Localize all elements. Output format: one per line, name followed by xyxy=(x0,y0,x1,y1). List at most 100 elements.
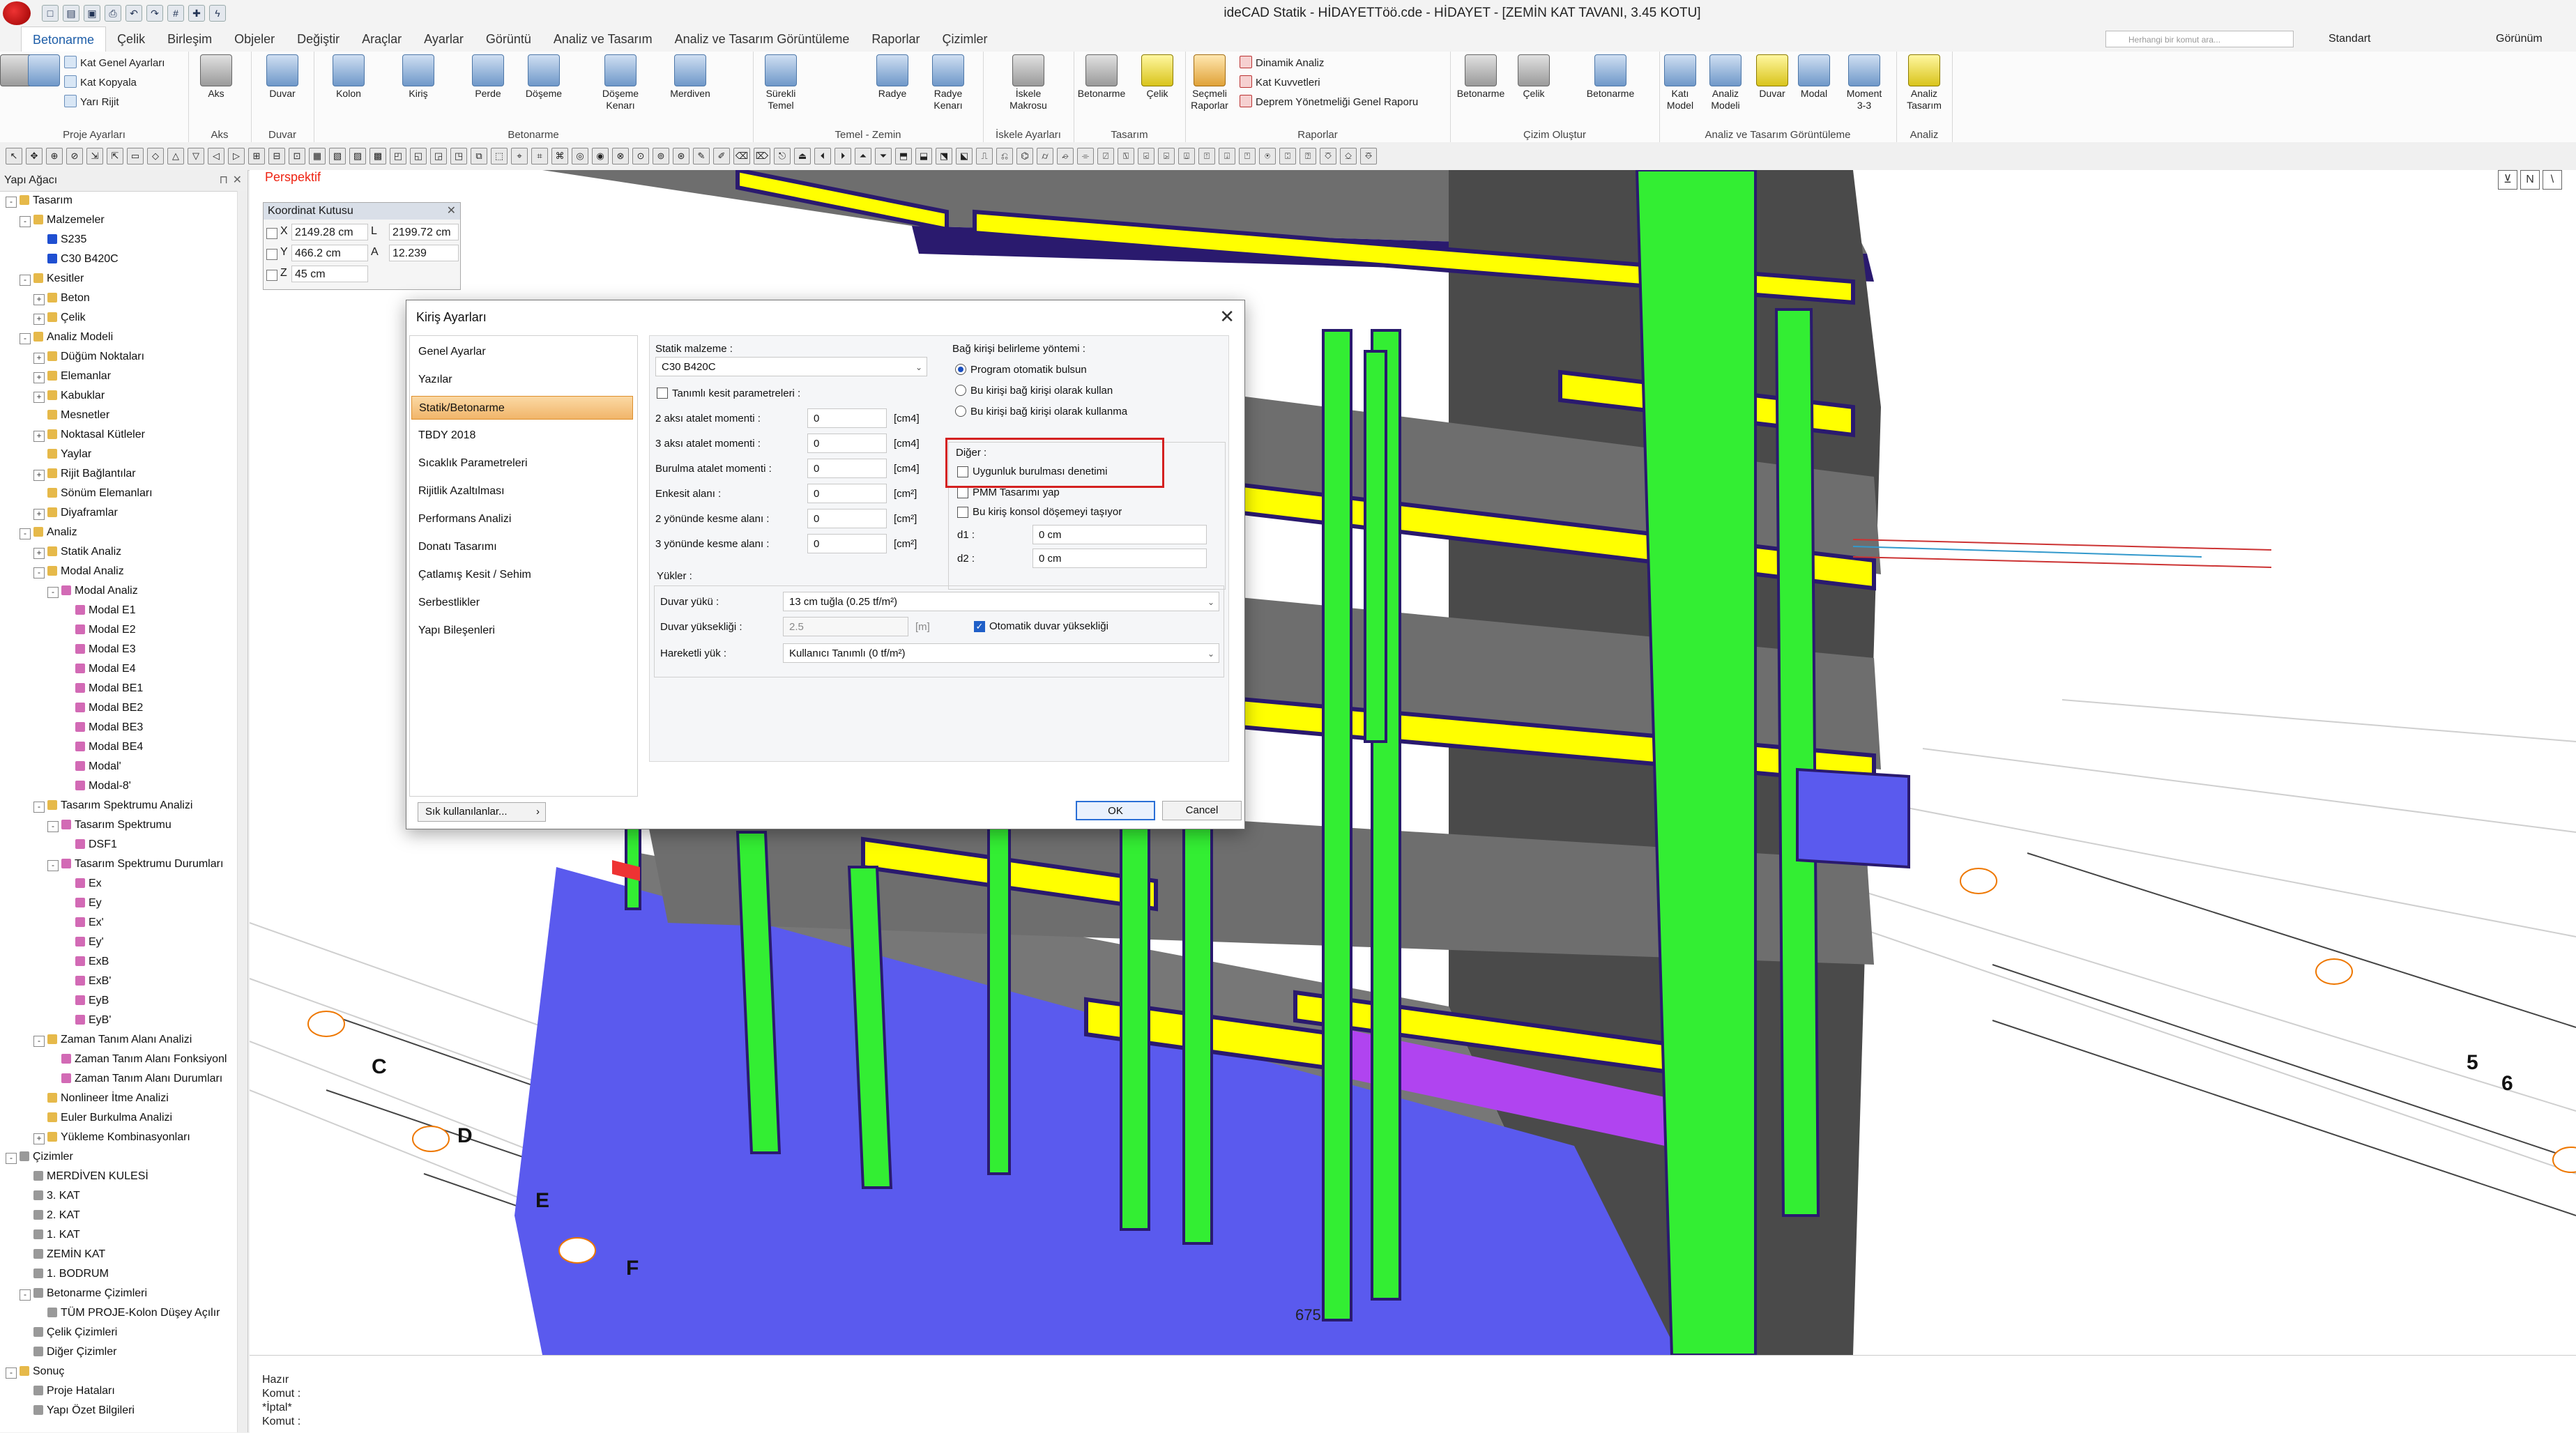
tree-node[interactable]: + Beton xyxy=(33,289,90,308)
tree-node[interactable]: Çelik Çizimleri xyxy=(20,1323,117,1342)
tree-node[interactable]: Modal BE1 xyxy=(61,679,143,698)
toolbar-tool-icon[interactable]: ↖ xyxy=(6,148,22,164)
nav-item-1[interactable]: Yazılar xyxy=(411,368,633,392)
solid-model-button[interactable]: Katı Model xyxy=(1659,54,1701,112)
tree-node[interactable]: + Düğüm Noktaları xyxy=(33,347,144,367)
toolbar-tool-icon[interactable]: ⍰ xyxy=(1300,148,1316,164)
semi-rigid-button[interactable]: Yarı Rijit xyxy=(64,93,119,112)
y-field[interactable]: 466.2 cm xyxy=(291,245,368,261)
nav-item-0[interactable]: Genel Ayarlar xyxy=(411,340,633,364)
toolbar-tool-icon[interactable]: ◉ xyxy=(592,148,609,164)
toolbar-tool-icon[interactable]: ◲ xyxy=(430,148,447,164)
analysis-list-button[interactable] xyxy=(0,54,32,88)
tree-node[interactable]: + Yükleme Kombinasyonları xyxy=(33,1128,190,1147)
toolbar-tool-icon[interactable]: ⏏ xyxy=(794,148,811,164)
tab-0[interactable]: Betonarme xyxy=(21,26,107,52)
x-field[interactable]: 2149.28 cm xyxy=(291,224,368,240)
tree-node[interactable]: + Çelik xyxy=(33,308,86,328)
expand-icon[interactable]: + xyxy=(33,431,45,442)
collapse-icon[interactable]: - xyxy=(6,1367,17,1379)
collapse-icon[interactable]: - xyxy=(20,528,31,539)
toolbar-tool-icon[interactable]: ⎐ xyxy=(1340,148,1357,164)
lock-y-checkbox[interactable] xyxy=(266,249,277,260)
analysis-design-button[interactable]: Analiz Tasarım xyxy=(1896,54,1952,112)
toolbar-tool-icon[interactable]: ⌬ xyxy=(1016,148,1033,164)
collapse-icon[interactable]: - xyxy=(33,802,45,813)
a-field[interactable]: 12.239 xyxy=(389,245,459,261)
ok-button[interactable]: OK xyxy=(1076,801,1155,820)
save-icon[interactable]: ▣ xyxy=(84,5,100,22)
view-cube-icon[interactable]: ⊻ xyxy=(2498,170,2517,190)
tree-node[interactable]: - Modal Analiz xyxy=(33,562,124,581)
auto-wall-height-checkbox[interactable]: ✓ xyxy=(974,621,985,632)
tree-node[interactable]: + Diyaframlar xyxy=(33,503,118,523)
tree-node[interactable]: 1. KAT xyxy=(20,1225,80,1245)
drawing-steel-button[interactable]: Çelik xyxy=(1513,54,1555,100)
selective-reports-button[interactable]: Seçmeli Raporlar xyxy=(1185,54,1234,112)
view-north-icon[interactable]: N xyxy=(2520,170,2540,190)
tab-5[interactable]: Araçlar xyxy=(351,26,413,52)
tree-node[interactable]: - Analiz Modeli xyxy=(20,328,113,347)
toolbar-tool-icon[interactable]: ⎑ xyxy=(1360,148,1377,164)
toolbar-tool-icon[interactable]: ⍍ xyxy=(1178,148,1195,164)
expand-icon[interactable]: + xyxy=(33,470,45,481)
tree-node[interactable]: S235 xyxy=(33,230,86,250)
nav-item-8[interactable]: Çatlamış Kesit / Sehim xyxy=(411,563,633,587)
design-concrete-button[interactable]: Betonarme xyxy=(1074,54,1129,100)
toolbar-tool-icon[interactable]: ⇱ xyxy=(107,148,123,164)
field-input[interactable]: 0 xyxy=(807,534,887,553)
copy-story-button[interactable]: Kat Kopyala xyxy=(64,74,137,92)
tree-node[interactable]: Modal BE2 xyxy=(61,698,143,718)
continuous-footing-button[interactable]: Sürekli Temel xyxy=(753,54,809,112)
tree-node[interactable]: + Noktasal Kütleler xyxy=(33,425,145,445)
drawing-concrete-button[interactable]: Betonarme xyxy=(1453,54,1509,100)
toolbar-tool-icon[interactable]: ⇲ xyxy=(86,148,103,164)
tree-node[interactable]: EyB xyxy=(61,991,109,1011)
tree-node[interactable]: 1. BODRUM xyxy=(20,1264,109,1284)
lock-z-checkbox[interactable] xyxy=(266,270,277,281)
wall-button[interactable]: Duvar xyxy=(258,54,307,100)
field-input[interactable]: 0 xyxy=(807,408,887,428)
tree-node[interactable]: - Tasarım Spektrumu Durumları xyxy=(47,855,223,874)
toolbar-tool-icon[interactable]: ▦ xyxy=(309,148,326,164)
print-icon[interactable]: ⎙ xyxy=(105,5,121,22)
d2-field[interactable]: 0 cm xyxy=(1032,549,1207,568)
collapse-icon[interactable]: - xyxy=(20,1289,31,1301)
tree-node[interactable]: - Betonarme Çizimleri xyxy=(20,1284,147,1303)
open-file-icon[interactable]: ▤ xyxy=(63,5,79,22)
tree-node[interactable]: Modal BE3 xyxy=(61,718,143,737)
tab-2[interactable]: Birleşim xyxy=(156,26,223,52)
toolbar-tool-icon[interactable]: ⍃ xyxy=(1138,148,1154,164)
toolbar-tool-icon[interactable]: ⎍ xyxy=(976,148,993,164)
static-material-select[interactable]: C30 B420C ⌄ xyxy=(655,357,927,376)
tree-node[interactable]: - Tasarım Spektrumu Analizi xyxy=(33,796,192,815)
toolbar-tool-icon[interactable]: ⎌ xyxy=(996,148,1013,164)
tree-node[interactable]: DSF1 xyxy=(61,835,117,855)
toolbar-tool-icon[interactable]: ⌫ xyxy=(733,148,750,164)
toolbar-tool-icon[interactable]: ⏵ xyxy=(834,148,851,164)
nav-item-6[interactable]: Performans Analizi xyxy=(411,507,633,531)
toolbar-tool-icon[interactable]: ▧ xyxy=(329,148,346,164)
tree-node[interactable]: Yaylar xyxy=(33,445,91,464)
close-icon[interactable]: ✕ xyxy=(1219,306,1235,328)
tree-node[interactable]: Ey xyxy=(61,894,102,913)
toolbar-tool-icon[interactable]: ⊞ xyxy=(248,148,265,164)
tree-node[interactable]: - Çizimler xyxy=(6,1147,73,1167)
view-orbit-icon[interactable]: \ xyxy=(2543,170,2562,190)
tree-node[interactable]: Modal E1 xyxy=(61,601,136,620)
tree-node[interactable]: ExB' xyxy=(61,972,111,991)
undo-icon[interactable]: ↶ xyxy=(125,5,142,22)
d1-field[interactable]: 0 cm xyxy=(1032,525,1207,544)
expand-icon[interactable]: + xyxy=(33,353,45,364)
tree-node[interactable]: - Analiz xyxy=(20,523,77,542)
collapse-icon[interactable]: - xyxy=(47,587,59,598)
nav-item-7[interactable]: Donatı Tasarımı xyxy=(411,535,633,559)
toolbar-tool-icon[interactable]: ⊟ xyxy=(268,148,285,164)
tree-node[interactable]: Ey' xyxy=(61,933,104,952)
tree-node[interactable]: EyB' xyxy=(61,1011,111,1030)
toolbar-tool-icon[interactable]: ⬚ xyxy=(491,148,508,164)
nav-item-3[interactable]: TBDY 2018 xyxy=(411,424,633,447)
story-general-settings-button[interactable]: Kat Genel Ayarları xyxy=(64,54,165,72)
toolbar-tool-icon[interactable]: ⊚ xyxy=(653,148,669,164)
story-list-button[interactable] xyxy=(28,54,60,88)
